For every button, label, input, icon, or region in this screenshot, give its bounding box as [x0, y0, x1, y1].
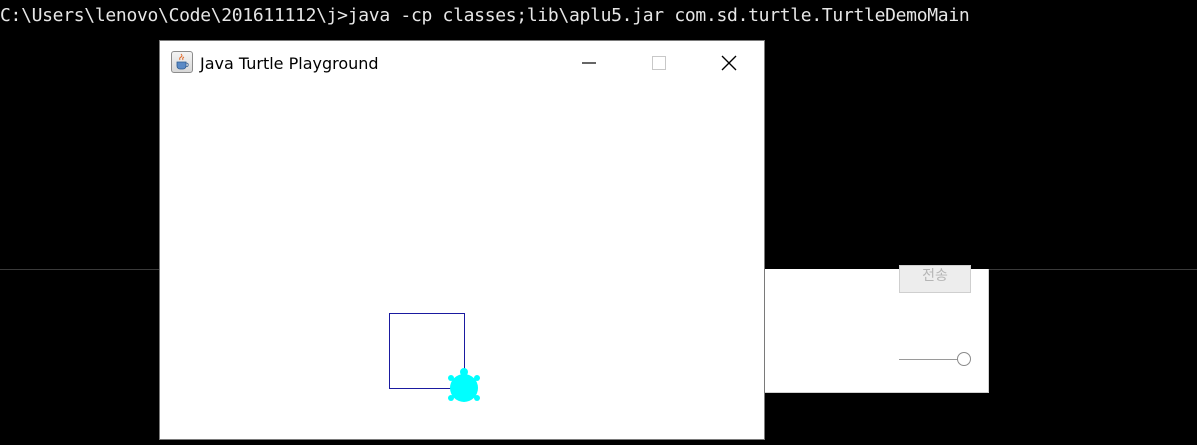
turtle-canvas[interactable] [160, 81, 764, 441]
slider-track[interactable] [899, 359, 963, 360]
console-command-line: C:\Users\lenovo\Code\201611112\j>java -c… [0, 5, 970, 26]
maximize-button[interactable] [636, 41, 682, 85]
close-button[interactable] [706, 41, 752, 85]
title-bar[interactable]: Java Turtle Playground [160, 41, 764, 85]
minimize-button[interactable] [566, 41, 612, 85]
java-turtle-window: Java Turtle Playground [159, 40, 765, 440]
maximize-icon [652, 56, 666, 70]
window-title: Java Turtle Playground [200, 54, 379, 73]
slider-thumb[interactable] [957, 352, 971, 366]
minimize-icon [582, 62, 596, 64]
background-dialog: 전송 [764, 265, 989, 393]
turtle-icon [448, 368, 480, 402]
java-cup-icon [171, 51, 193, 73]
close-icon [721, 55, 737, 71]
send-button[interactable]: 전송 [899, 265, 971, 293]
